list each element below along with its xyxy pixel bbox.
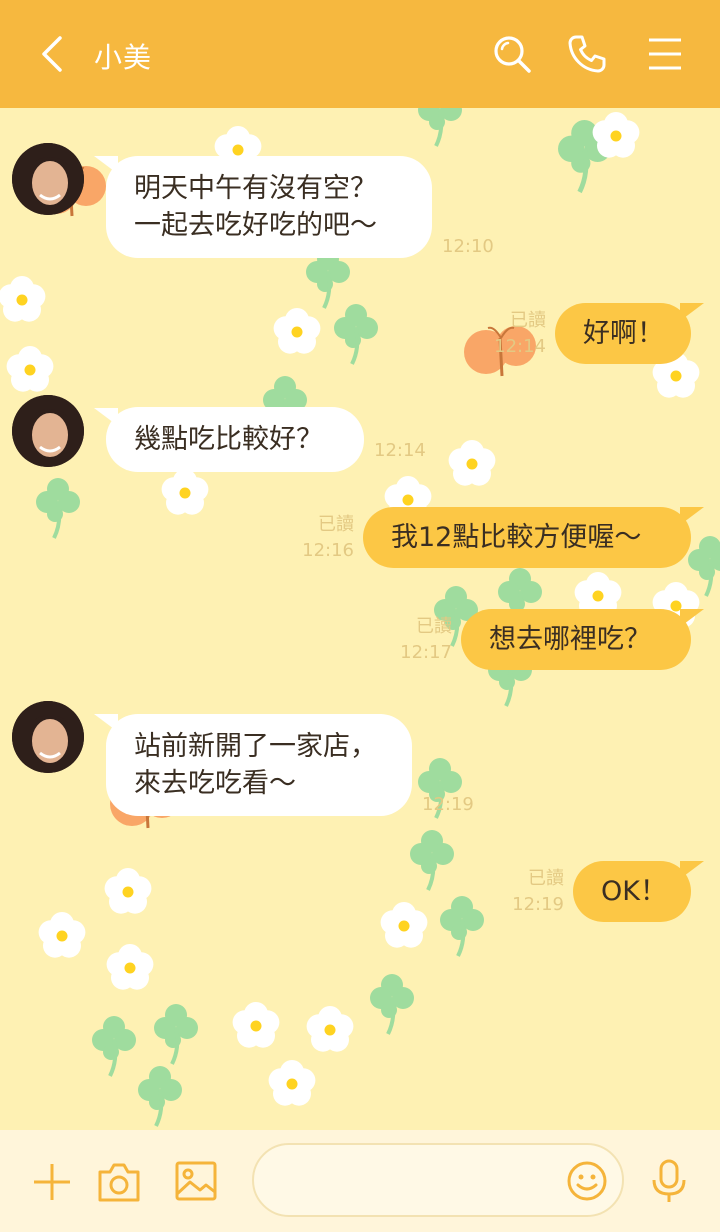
message-text-line: 一起去吃好吃的吧～ (134, 210, 377, 241)
message-time: 12:10 (442, 236, 494, 257)
message-composer (0, 1130, 720, 1232)
message-text-line: 我12點比較方便喔～ (391, 522, 642, 553)
smiley-icon[interactable] (566, 1160, 608, 1202)
bubble-tail (680, 609, 704, 627)
microphone-icon[interactable] (648, 1158, 690, 1204)
outgoing-message-bubble[interactable]: 想去哪裡吃？ (461, 609, 691, 670)
incoming-message-bubble[interactable]: 明天中午有沒有空？ 一起去吃好吃的吧～ (106, 156, 432, 258)
bubble-tail (680, 507, 704, 525)
message-read-status: 已讀 12:16 (290, 512, 354, 564)
message-text-line: 想去哪裡吃？ (489, 624, 651, 655)
outgoing-message-bubble[interactable]: 我12點比較方便喔～ (363, 507, 691, 568)
message-read-status: 已讀 12:19 (502, 866, 564, 918)
contact-avatar[interactable] (12, 143, 84, 215)
contact-avatar[interactable] (12, 701, 84, 773)
chevron-left-icon[interactable] (34, 34, 74, 74)
hamburger-menu-icon[interactable] (641, 30, 689, 78)
plus-icon[interactable] (30, 1160, 74, 1204)
camera-icon[interactable] (96, 1160, 142, 1204)
outgoing-message-bubble[interactable]: OK！ (573, 861, 691, 922)
message-text-line: OK！ (601, 876, 667, 907)
message-text-line: 站前新開了一家店， (134, 731, 377, 762)
incoming-message-bubble[interactable]: 幾點吃比較好？ (106, 407, 364, 472)
contact-avatar[interactable] (12, 395, 84, 467)
read-receipt: 已讀 (416, 616, 452, 637)
message-time: 12:16 (302, 540, 354, 561)
message-text-line: 幾點吃比較好？ (134, 424, 323, 455)
bubble-tail (680, 861, 704, 879)
message-read-status: 已讀 12:17 (390, 614, 452, 666)
incoming-message-bubble[interactable]: 站前新開了一家店， 來去吃吃看～ (106, 714, 412, 816)
message-read-status: 已讀 12:14 (486, 308, 546, 360)
message-text-line: 好啊！ (583, 318, 664, 349)
message-time: 12:14 (374, 440, 426, 461)
read-receipt: 已讀 (318, 514, 354, 535)
message-time: 12:14 (494, 336, 546, 357)
image-icon[interactable] (174, 1160, 218, 1202)
outgoing-message-bubble[interactable]: 好啊！ (555, 303, 691, 364)
message-text-line: 來去吃吃看～ (134, 768, 296, 799)
read-receipt: 已讀 (510, 310, 546, 331)
chat-header: 小美 (0, 0, 720, 108)
message-list[interactable]: 明天中午有沒有空？ 一起去吃好吃的吧～ 12:10 已讀 12:14 好啊！ 幾… (0, 108, 720, 1130)
message-time: 12:19 (422, 794, 474, 815)
message-time: 12:19 (512, 894, 564, 915)
message-text-line: 明天中午有沒有空？ (134, 173, 377, 204)
read-receipt: 已讀 (528, 868, 564, 889)
search-icon[interactable] (488, 30, 536, 78)
message-time: 12:17 (400, 642, 452, 663)
phone-icon[interactable] (563, 30, 611, 78)
bubble-tail (680, 303, 704, 321)
chat-title: 小美 (94, 41, 153, 74)
